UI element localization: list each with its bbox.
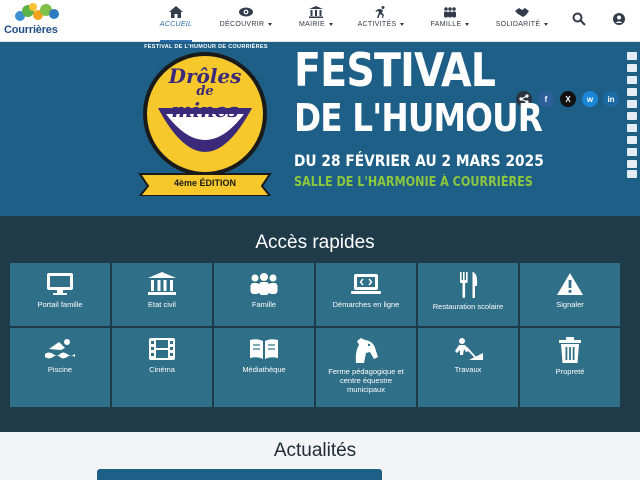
tile-ferme-pedagogique[interactable]: Ferme pédagogique et centre équestre mun… [316, 328, 416, 407]
news-card[interactable] [97, 469, 382, 480]
tile-label: Cinéma [149, 365, 175, 374]
nav-label: ACTIVITÉS [357, 21, 397, 28]
tile-label: Ferme pédagogique et centre équestre mun… [328, 367, 404, 394]
nav-famille[interactable]: FAMILLE [430, 6, 470, 36]
tile-mediatheque[interactable]: Médiathèque [214, 328, 314, 407]
tile-label: Démarches en ligne [332, 300, 400, 309]
festival-venue: SALLE DE L'HARMONIE À COURRIÈRES [294, 175, 533, 190]
nav-decouvrir[interactable]: DÉCOUVRIR [219, 6, 273, 36]
nav-label: FAMILLE [430, 21, 462, 28]
nav-activites[interactable]: ACTIVITÉS [357, 6, 405, 36]
tile-label: Etat civil [148, 300, 176, 309]
film-icon [149, 338, 175, 360]
laptop-code-icon [351, 274, 381, 294]
tile-label: Piscine [47, 365, 73, 374]
swimmer-icon [45, 339, 75, 359]
home-icon [169, 6, 183, 18]
list-icon[interactable] [627, 112, 637, 120]
utensils-icon [460, 272, 478, 298]
badge-line2: de [196, 84, 214, 99]
user-circle-icon[interactable] [612, 12, 626, 26]
trash-icon [559, 337, 581, 363]
bluesky-share-button[interactable]: w [582, 91, 598, 107]
bullhorn-icon[interactable] [627, 136, 637, 144]
news-title: Actualités [273, 440, 357, 461]
x-share-button[interactable]: X [560, 91, 576, 107]
linkedin-icon: in [607, 94, 615, 104]
tile-label: Propreté [555, 367, 585, 376]
badge-line3: mines [171, 98, 239, 122]
linkedin-share-button[interactable]: in [603, 91, 619, 107]
handshake-icon [515, 8, 529, 17]
chevron-down-icon [544, 22, 549, 26]
facebook-icon: f [544, 94, 548, 104]
quick-links-rail [624, 46, 640, 178]
tile-demarches-en-ligne[interactable]: Démarches en ligne [316, 263, 416, 326]
badge-arc-text: FESTIVAL DE L'HUMOUR DE COURRIÈRES [144, 44, 268, 50]
nav-solidarite[interactable]: SOLIDARITÉ [495, 6, 549, 36]
list-alt-icon[interactable] [627, 124, 637, 132]
nav-accueil[interactable]: ACCUEIL [159, 6, 193, 42]
festival-subtitle: DE L'HUMOUR [294, 96, 543, 140]
calendar-icon[interactable] [627, 88, 637, 96]
tile-etat-civil[interactable]: Etat civil [112, 263, 212, 326]
festival-title: FESTIVAL [294, 43, 496, 97]
chevron-down-icon [465, 22, 470, 26]
logo-graphic-icon [15, 3, 59, 21]
tile-portail-famille[interactable]: Portail famille [10, 263, 110, 326]
warning-icon [557, 273, 583, 295]
eye-icon [239, 7, 253, 17]
tile-label: Portail famille [37, 300, 83, 309]
send-icon[interactable] [627, 170, 637, 178]
tile-famille[interactable]: Famille [214, 263, 314, 326]
tile-label: Travaux [454, 365, 482, 374]
users-icon [250, 273, 278, 295]
calendar-alt-icon[interactable] [627, 100, 637, 108]
chevron-down-icon [328, 22, 333, 26]
rss-icon[interactable] [627, 76, 637, 84]
monitor-icon [47, 273, 73, 295]
tile-label: Médiathèque [242, 365, 286, 374]
chevron-down-icon [400, 22, 405, 26]
site-logo[interactable]: Courrières [4, 2, 60, 38]
nav-mairie[interactable]: MAIRIE [298, 6, 334, 36]
festival-dates: DU 28 FÉVRIER AU 2 MARS 2025 [294, 151, 544, 170]
tile-proprete[interactable]: Propreté [520, 328, 620, 407]
badge-edition: 4ème ÉDITION [173, 178, 237, 188]
horse-icon [355, 338, 378, 363]
star-icon[interactable] [627, 64, 637, 72]
bluesky-icon: w [586, 94, 594, 104]
nav-label: SOLIDARITÉ [495, 21, 541, 28]
tile-piscine[interactable]: Piscine [10, 328, 110, 407]
tile-label: Famille [251, 300, 277, 309]
quick-access-title: Accès rapides [255, 232, 375, 253]
tile-signaler[interactable]: Signaler [520, 263, 620, 326]
chevron-down-icon [268, 22, 273, 26]
document-icon[interactable] [627, 160, 637, 168]
site-header: Courrières ACCUEIL DÉCOUVRIR MAIRIE ACTI… [0, 0, 640, 42]
megaphone-icon[interactable] [627, 52, 637, 60]
tile-cinema[interactable]: Cinéma [112, 328, 212, 407]
search-icon[interactable] [572, 12, 586, 26]
sitemap-icon[interactable] [627, 148, 637, 156]
nav-label: MAIRIE [299, 21, 325, 28]
book-open-icon [250, 339, 278, 359]
tile-travaux[interactable]: Travaux [418, 328, 518, 407]
tile-label: Signaler [556, 300, 584, 309]
nav-label: DÉCOUVRIR [219, 21, 265, 28]
tile-label: Restauration scolaire [432, 302, 504, 311]
x-icon: X [565, 94, 571, 104]
logo-text: Courrières [4, 24, 58, 36]
institution-icon [309, 6, 323, 18]
users-icon [444, 7, 456, 18]
nav-label: ACCUEIL [159, 21, 193, 28]
tile-restauration-scolaire[interactable]: Restauration scolaire [418, 263, 518, 326]
digging-icon [455, 338, 483, 360]
institution-icon [148, 272, 176, 295]
running-icon [375, 6, 385, 18]
